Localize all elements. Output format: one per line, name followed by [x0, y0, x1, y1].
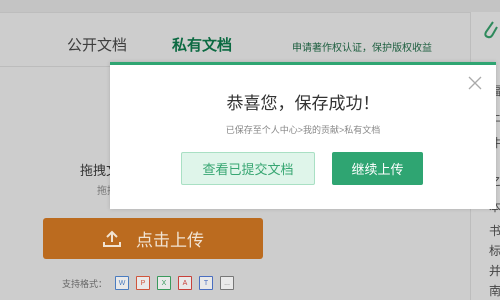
save-location-text: 已保存至个人中心>我的贡献>私有文档 — [225, 125, 381, 135]
side-text-6: 书 — [489, 224, 500, 238]
side-text-9: 南 — [489, 284, 500, 298]
ppt-format-icon: P — [136, 276, 151, 290]
view-submitted-docs-button[interactable]: 查看已提交文档 — [181, 152, 315, 185]
txt-format-icon: T — [199, 276, 214, 290]
side-text-8: 并 — [489, 264, 500, 278]
upload-icon — [103, 230, 121, 247]
tab-public-docs[interactable]: 公开文档 — [67, 34, 127, 55]
pdf-format-icon: A — [178, 276, 193, 290]
side-text-7: 标 — [489, 244, 500, 258]
upload-button[interactable]: 点击上传 — [43, 218, 263, 259]
dialog-title: 恭喜您，保存成功！ — [226, 94, 380, 113]
tab-private-docs[interactable]: 私有文档 — [172, 34, 232, 55]
copyright-link[interactable]: 申请著作权认证，保护版权收益 — [292, 39, 432, 54]
supported-formats: 支持格式： W P X A T ... — [62, 276, 235, 290]
continue-upload-button[interactable]: 继续上传 — [332, 152, 423, 185]
paperclip-icon — [484, 21, 498, 39]
more-formats-icon: ... — [220, 276, 235, 290]
upload-button-label: 点击上传 — [136, 231, 204, 250]
formats-label: 支持格式： — [62, 278, 108, 289]
excel-format-icon: X — [157, 276, 172, 290]
save-success-dialog: 恭喜您，保存成功！ 已保存至个人中心>我的贡献>私有文档 查看已提交文档 继续上… — [110, 62, 496, 209]
word-format-icon: W — [115, 276, 130, 290]
doc-tabs: 公开文档 私有文档 申请著作权认证，保护版权收益 — [0, 12, 470, 67]
